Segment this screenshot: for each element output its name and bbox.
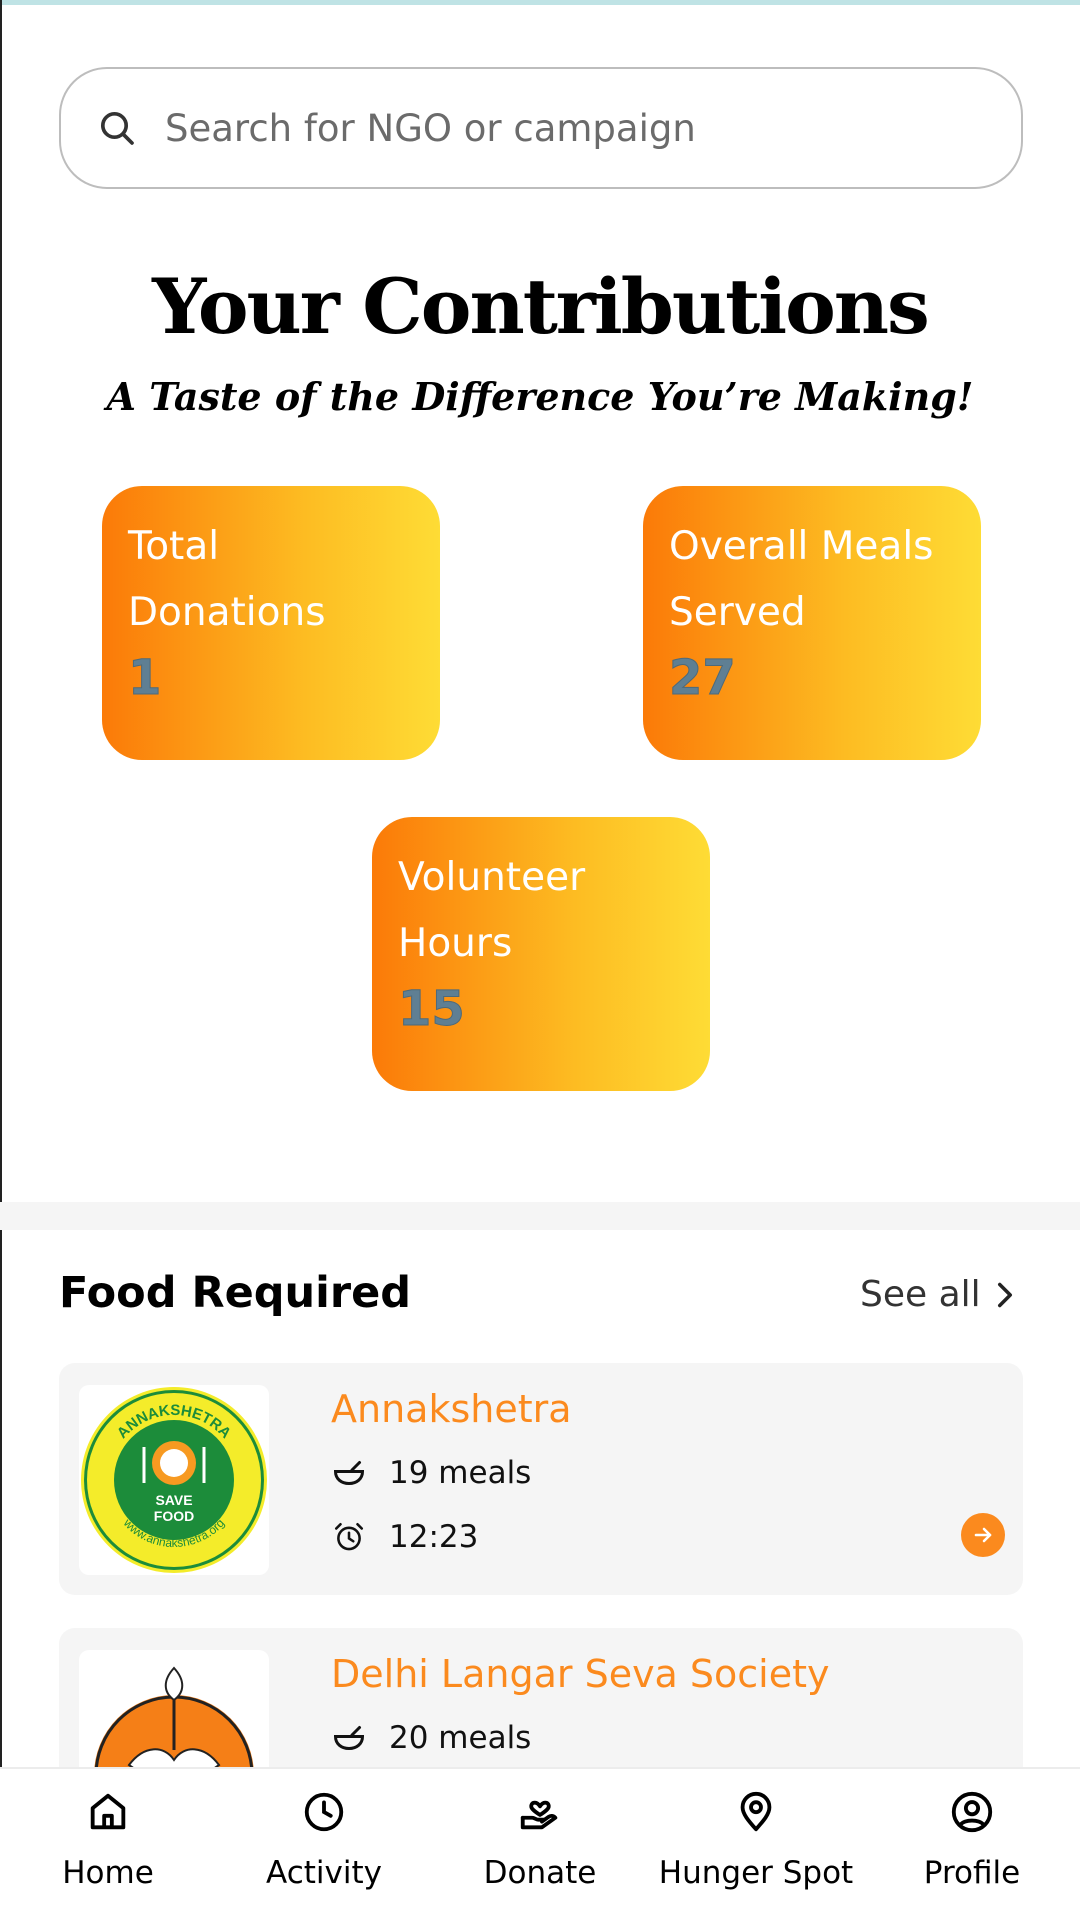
- stat-value: 27: [669, 650, 737, 707]
- meals-row: 20 meals: [331, 1720, 531, 1756]
- food-request-card[interactable]: ANNAKSHETRA www.annakshetra.org SAVE FOO…: [59, 1363, 1023, 1595]
- stat-label: Donations: [128, 590, 326, 635]
- search-bar[interactable]: [59, 67, 1023, 189]
- stat-label: Overall Meals: [669, 524, 934, 569]
- nav-item-profile[interactable]: Profile: [864, 1789, 1080, 1891]
- bowl-icon: [333, 1461, 365, 1486]
- user-circle-icon: [951, 1791, 993, 1833]
- stat-label: Served: [669, 590, 806, 635]
- stat-value: 1: [128, 650, 162, 707]
- nav-label: Donate: [483, 1855, 597, 1891]
- alarm-clock-icon: [334, 1522, 364, 1551]
- pickup-time: 12:23: [389, 1519, 479, 1555]
- stat-card-meals-served: Overall Meals Served 27: [643, 486, 981, 760]
- meals-row: 19 meals: [331, 1455, 531, 1491]
- arrow-right-icon: [974, 1527, 992, 1543]
- ngo-name: Annakshetra: [331, 1387, 572, 1431]
- stat-card-volunteer-hours: Volunteer Hours 15: [372, 817, 710, 1091]
- nav-label: Profile: [923, 1855, 1021, 1891]
- stat-label: Hours: [398, 921, 513, 966]
- clock-icon: [304, 1792, 344, 1832]
- nav-item-activity[interactable]: Activity: [216, 1789, 432, 1891]
- donate-hand-heart-icon: [520, 1800, 558, 1830]
- see-all-link[interactable]: See all: [860, 1274, 1015, 1315]
- home-icon: [90, 1793, 126, 1830]
- nav-item-donate[interactable]: Donate: [432, 1789, 648, 1891]
- meals-count: 19 meals: [389, 1455, 532, 1491]
- nav-label: Home: [62, 1855, 154, 1891]
- food-required-title: Food Required: [59, 1268, 412, 1318]
- location-pin-icon: [740, 1791, 772, 1832]
- nav-label: Hunger Spot: [658, 1855, 854, 1891]
- contributions-subtitle: A Taste of the Difference You’re Making!: [106, 374, 974, 419]
- ngo-logo-annakshetra: ANNAKSHETRA www.annakshetra.org SAVE FOO…: [79, 1385, 269, 1575]
- nav-label: Activity: [266, 1855, 382, 1891]
- logo-center-line1: SAVE: [155, 1492, 192, 1508]
- contributions-title: Your Contributions: [152, 262, 930, 351]
- search-icon: [101, 112, 134, 145]
- logo-center-line2: FOOD: [154, 1508, 194, 1524]
- time-row: 12:23: [331, 1519, 478, 1555]
- top-strip: [0, 0, 1080, 5]
- ngo-name: Delhi Langar Seva Society: [331, 1652, 830, 1696]
- nav-item-home[interactable]: Home: [0, 1789, 216, 1891]
- nav-item-hunger-spot[interactable]: Hunger Spot: [648, 1789, 864, 1891]
- stat-value: 15: [398, 981, 466, 1038]
- bowl-icon: [333, 1726, 365, 1751]
- bottom-navigation: Home Activity Donate Hunger Spot Profile: [0, 1767, 1080, 1920]
- open-card-button[interactable]: [961, 1513, 1005, 1557]
- stat-card-total-donations: Total Donations 1: [102, 486, 440, 760]
- stat-label: Volunteer: [398, 855, 586, 900]
- meals-count: 20 meals: [389, 1720, 532, 1756]
- search-input[interactable]: [165, 106, 985, 150]
- stat-label: Total: [128, 524, 220, 569]
- section-divider: [0, 1202, 1080, 1230]
- chevron-right-icon: [997, 1282, 1012, 1307]
- see-all-label: See all: [860, 1274, 981, 1315]
